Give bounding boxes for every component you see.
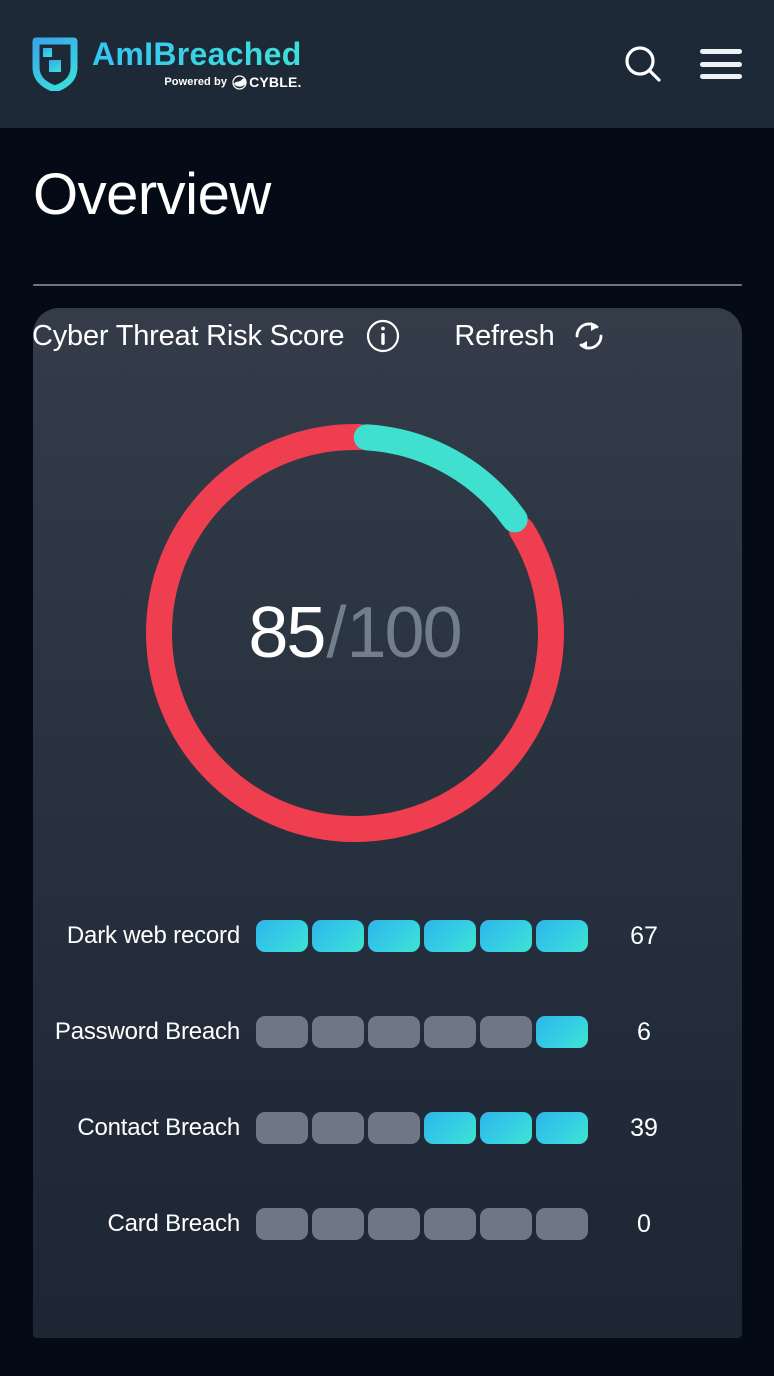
breach-stats-list: Dark web record 67 Password Breach 6 Con… (0, 888, 709, 1272)
stat-label: Card Breach (107, 1210, 240, 1237)
powered-by-label: Powered by (164, 76, 228, 89)
page-title: Overview (33, 162, 271, 227)
search-button[interactable] (620, 41, 666, 87)
stat-segment (536, 1208, 588, 1240)
stat-segment (312, 1208, 364, 1240)
hamburger-bar-1 (700, 49, 742, 54)
title-divider (33, 284, 742, 286)
stat-segment (536, 1112, 588, 1144)
stat-segment (256, 920, 308, 952)
stat-segments (256, 1016, 588, 1048)
main-content: Overview Cyber Threat Risk Score Refresh (0, 128, 774, 1376)
card-header: Cyber Threat Risk Score Refresh (32, 318, 607, 354)
stat-segment (424, 920, 476, 952)
risk-gauge-section: 85 / 100 (0, 413, 709, 853)
stat-label: Dark web record (66, 922, 240, 949)
stat-segment (480, 920, 532, 952)
stat-segment (368, 920, 420, 952)
stat-row-card-breach: Card Breach 0 (0, 1176, 709, 1272)
info-circle-icon[interactable] (366, 319, 400, 353)
stat-segment (424, 1208, 476, 1240)
stat-segment (536, 1016, 588, 1048)
risk-score-separator: / (326, 593, 346, 673)
brand-logo[interactable]: AmIBreached Powered by CYBLE. (32, 37, 302, 91)
stat-label: Contact Breach (77, 1114, 240, 1141)
stat-segments (256, 1112, 588, 1144)
stat-segment (424, 1016, 476, 1048)
stat-segment (480, 1208, 532, 1240)
risk-score-number: 85 (248, 593, 326, 673)
risk-score-total: 100 (346, 593, 462, 673)
stat-segments (256, 920, 588, 952)
cyble-lockup: CYBLE. (232, 74, 302, 90)
stat-segments (256, 1208, 588, 1240)
stat-segment (424, 1112, 476, 1144)
cyble-wordmark: CYBLE. (249, 74, 302, 91)
stat-value: 67 (630, 921, 658, 950)
stat-segment (256, 1112, 308, 1144)
search-icon (625, 46, 661, 82)
stat-value: 0 (637, 1209, 651, 1238)
stat-segment (312, 1112, 364, 1144)
brand-name: AmIBreached (92, 35, 302, 72)
risk-score-value: 85 / 100 (248, 592, 462, 674)
menu-button[interactable] (700, 49, 742, 79)
stat-segment (312, 1016, 364, 1048)
card-title: Cyber Threat Risk Score (32, 319, 345, 352)
cyble-globe-icon (232, 75, 247, 90)
stat-label: Password Breach (54, 1018, 240, 1045)
stat-segment (368, 1208, 420, 1240)
stat-segment (368, 1112, 420, 1144)
stat-row-dark-web-record: Dark web record 67 (0, 888, 709, 984)
hamburger-bar-3 (700, 74, 742, 79)
header-actions (620, 41, 742, 87)
refresh-icon[interactable] (571, 318, 607, 354)
app-header: AmIBreached Powered by CYBLE. (0, 0, 774, 128)
stat-segment (480, 1016, 532, 1048)
stat-segment (256, 1016, 308, 1048)
app-root: AmIBreached Powered by CYBLE. Overview C… (0, 0, 774, 1376)
stat-row-contact-breach: Contact Breach 39 (0, 1080, 709, 1176)
stat-row-password-breach: Password Breach 6 (0, 984, 709, 1080)
stat-segment (536, 920, 588, 952)
stat-segment (312, 920, 364, 952)
refresh-button[interactable]: Refresh (454, 320, 554, 353)
stat-segment (368, 1016, 420, 1048)
powered-by-lockup: Powered by CYBLE. (164, 74, 301, 90)
stat-segment (480, 1112, 532, 1144)
brand-text-block: AmIBreached Powered by CYBLE. (92, 35, 302, 90)
hamburger-bar-2 (700, 61, 742, 67)
stat-segment (256, 1208, 308, 1240)
stat-value: 6 (637, 1017, 651, 1046)
shield-logo-icon (32, 37, 78, 91)
stat-value: 39 (630, 1113, 658, 1142)
